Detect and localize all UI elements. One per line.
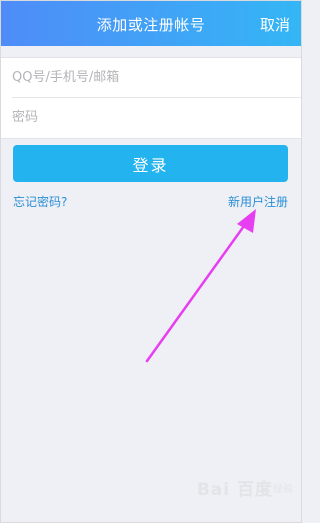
phone-screen: 添加或注册帐号 取消 登录 忘记密码? 新用户注册 Bai 百度 经验 [0, 0, 302, 523]
annotation-arrow-icon [145, 209, 256, 363]
baidu-watermark: Bai 百度 经验 [196, 480, 293, 500]
